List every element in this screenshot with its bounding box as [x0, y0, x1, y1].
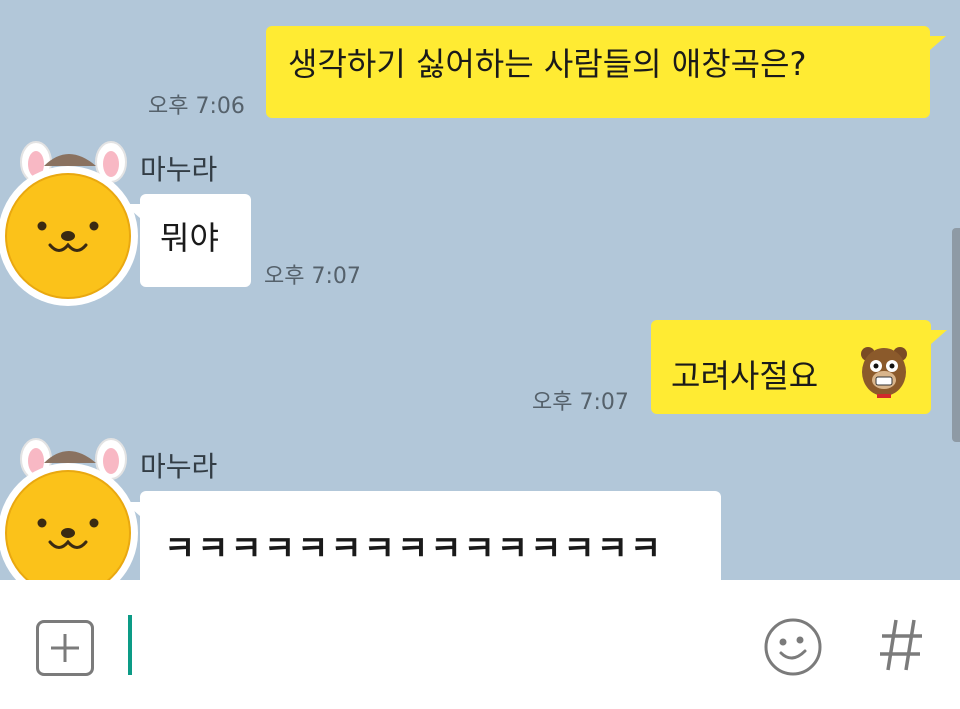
message-text: ㅋㅋㅋㅋㅋㅋㅋㅋㅋㅋㅋㅋㅋㅋㅋ [164, 529, 664, 569]
text-cursor [128, 615, 132, 675]
avatar[interactable] [0, 140, 146, 310]
bear-emoticon-icon [861, 347, 907, 398]
message-text: 고려사절요 [671, 357, 819, 395]
add-icon[interactable] [36, 620, 94, 676]
message-text: 생각하기 싫어하는 사람들의 애창곡은? [288, 45, 807, 83]
message-time: 오후 7:07 [264, 264, 361, 289]
message-time: 오후 7:07 [532, 390, 629, 415]
message-input[interactable] [136, 616, 740, 678]
my-message-bubble[interactable]: 생각하기 싫어하는 사람들의 애창곡은? [266, 26, 930, 118]
bubble-tail [124, 502, 140, 516]
scrollbar[interactable] [952, 228, 960, 442]
sender-name: 마누라 [140, 450, 218, 483]
bubble-tail [124, 204, 140, 218]
message-time: 오후 7:06 [148, 94, 245, 119]
message-input-bar [0, 580, 960, 709]
message-text: 뭐야 [160, 219, 219, 257]
their-message-bubble[interactable]: ㅋㅋㅋㅋㅋㅋㅋㅋㅋㅋㅋㅋㅋㅋㅋ [140, 491, 721, 580]
bubble-tail [931, 330, 947, 344]
sender-name: 마누라 [140, 153, 218, 186]
hashtag-icon[interactable] [876, 612, 926, 676]
chat-area: 오후 7:06 생각하기 싫어하는 사람들의 애창곡은? 마누라 뭐야 오후 7… [0, 0, 960, 580]
my-message-bubble[interactable]: 고려사절요 [651, 320, 931, 414]
bubble-tail [930, 36, 946, 50]
emoticon-icon[interactable] [762, 616, 824, 678]
their-message-bubble[interactable]: 뭐야 [140, 194, 251, 287]
